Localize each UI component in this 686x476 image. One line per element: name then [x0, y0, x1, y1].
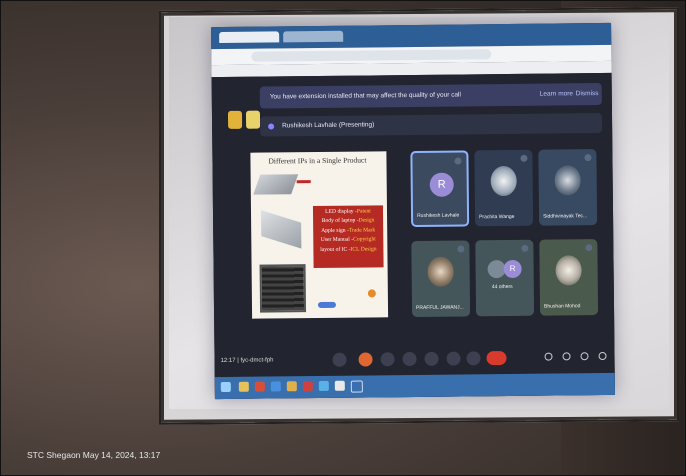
participant-tile[interactable]: Siddhivinayak Tec... — [538, 149, 598, 226]
dismiss-button[interactable]: Dismiss — [576, 83, 599, 105]
others-count: 44 others — [491, 283, 513, 291]
present-button[interactable] — [424, 351, 439, 366]
slide-button — [317, 301, 337, 309]
sidebar-icon[interactable] — [227, 110, 243, 129]
ip-line: Body of laptop -Design — [321, 217, 375, 225]
browser-tab[interactable] — [219, 31, 280, 44]
participant-tile[interactable]: Bhushan Mohod — [539, 239, 599, 316]
mic-icon — [584, 154, 592, 162]
reactions-button[interactable] — [402, 351, 417, 367]
meeting-time-code: 12:17 | fyc-dmct-fph — [220, 357, 274, 365]
learn-more-link[interactable]: Learn more — [540, 83, 573, 105]
laptop-image — [253, 174, 299, 195]
presenter-bar: Rushikesh Lavhale (Presenting) — [260, 113, 603, 137]
logo-dot — [367, 289, 376, 298]
video-feed — [427, 256, 454, 287]
participant-name: Siddhivinayak Tec... — [543, 213, 588, 220]
activities-icon[interactable] — [598, 351, 607, 361]
ip-line: User Manual -Copyright — [320, 236, 376, 244]
participant-tile[interactable]: R 44 others — [475, 239, 535, 317]
mic-icon — [454, 157, 462, 165]
video-feed — [490, 165, 517, 197]
ip-line: layout of IC -ICL Design — [320, 246, 377, 253]
extension-warning-banner: You have extension installed that may af… — [259, 83, 602, 109]
raise-hand-button[interactable] — [446, 351, 461, 366]
app-icon[interactable] — [350, 380, 363, 393]
shared-slide: Different IPs in a Single Product LED di… — [250, 151, 389, 319]
mic-icon — [520, 154, 528, 162]
explorer-icon[interactable] — [238, 381, 249, 392]
slide-title: Different IPs in a Single Product — [268, 155, 367, 166]
presenter-label: Rushikesh Lavhale (Presenting) — [282, 121, 375, 130]
start-icon[interactable] — [220, 381, 231, 393]
photo-caption: STC Shegaon May 14, 2024, 13:17 — [27, 450, 161, 460]
app-icon[interactable] — [318, 380, 329, 391]
url-field[interactable] — [251, 49, 492, 62]
clock: 12:17 — [220, 357, 236, 365]
video-feed — [555, 255, 582, 286]
mic-toggle-button[interactable] — [332, 352, 347, 367]
mic-icon — [521, 244, 529, 252]
participant-name: Bhushan Mohod — [543, 303, 581, 310]
participant-name: Prachita Wange — [479, 213, 515, 221]
more-options-button[interactable] — [466, 351, 481, 366]
laptop-image — [260, 210, 302, 249]
camera-toggle-button[interactable] — [358, 352, 373, 367]
avatar: R — [429, 172, 454, 197]
avatar: R — [503, 259, 522, 279]
participant-tile[interactable]: PRAFFUL JAWANJ... — [411, 240, 471, 318]
meeting-code: fyc-dmct-fph — [240, 357, 274, 364]
people-icon[interactable] — [562, 352, 571, 361]
mic-icon — [457, 245, 465, 253]
participant-tile[interactable]: R Rushikesh Lavhale — [410, 150, 470, 228]
sidebar-icon[interactable] — [245, 110, 261, 129]
banner-message: You have extension installed that may af… — [269, 91, 461, 101]
captions-button[interactable] — [380, 352, 395, 367]
ic-chip-image — [259, 264, 307, 313]
chrome-icon[interactable] — [334, 380, 345, 391]
participant-tile[interactable]: Prachita Wange — [474, 149, 534, 227]
presenter-icon — [268, 123, 275, 130]
info-icon[interactable] — [544, 352, 553, 361]
video-feed — [554, 165, 581, 196]
app-icon[interactable] — [254, 381, 265, 392]
mic-icon — [585, 244, 593, 252]
meeting-controls: 12:17 | fyc-dmct-fph — [214, 343, 614, 377]
end-call-button[interactable] — [486, 351, 507, 366]
chat-icon[interactable] — [580, 352, 589, 361]
meet-window: You have extension installed that may af… — [211, 72, 615, 400]
app-icon[interactable] — [286, 381, 297, 392]
red-arrow — [296, 180, 311, 184]
ip-list-box: LED display -Patent Body of laptop -Desi… — [312, 205, 384, 269]
participant-name: Rushikesh Lavhale — [417, 212, 460, 219]
photo: You have extension installed that may af… — [0, 0, 686, 476]
windows-taskbar — [214, 372, 615, 400]
participant-name: PRAFFUL JAWANJ... — [415, 304, 464, 311]
browser-tab[interactable] — [283, 30, 344, 43]
app-icon[interactable] — [302, 381, 313, 392]
app-icon[interactable] — [270, 381, 281, 392]
projected-screen: You have extension installed that may af… — [211, 22, 615, 400]
